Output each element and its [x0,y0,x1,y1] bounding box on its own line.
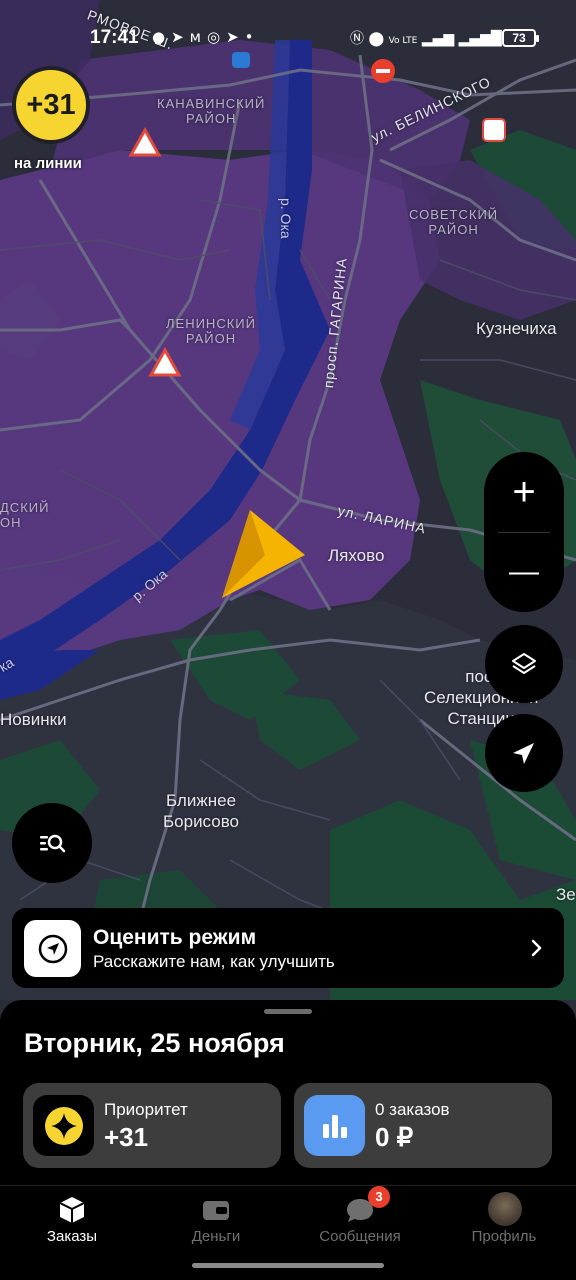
rate-mode-subtitle: Расскажите нам, как улучшить [93,952,335,971]
zoom-controls: + — [484,452,564,612]
orders-card-value: 0 ₽ [375,1122,414,1152]
message-icon: ● [152,28,172,46]
district-label-partial-left: ДСКИЙ ОН [0,500,50,530]
tab-orders[interactable]: Заказы [0,1192,144,1252]
rate-icon-box [24,920,81,977]
bar-chart-icon [322,1114,347,1138]
nfc-icon: Ⓝ [350,31,364,47]
layers-icon [512,653,536,674]
online-status-label: на линии [14,155,82,172]
priority-star-icon [44,1106,83,1145]
system-icons: Ⓝ ⬤ Vo LTE ▂▄▆ ▂▄▆█ [350,28,502,48]
river-label-oka-1: р. Ока [278,198,294,239]
priority-card-value: +31 [104,1122,149,1152]
search-orders-button[interactable] [12,803,92,883]
volte-icon: Vo LTE [388,36,418,46]
bottom-sheet[interactable]: Вторник, 25 ноября Приоритет +31 0 заказ… [0,1000,576,1280]
my-location-button[interactable] [485,714,563,792]
battery-icon: 73 [502,29,539,47]
dot-icon: • [244,28,260,46]
priority-card[interactable]: Приоритет +31 [23,1083,281,1168]
tab-profile-label: Профиль [471,1228,537,1245]
metro-icon: м [189,28,207,46]
location-arrow-icon [513,743,534,764]
rate-mode-title: Оценить режим [93,926,257,949]
sheet-date-title: Вторник, 25 ноября [24,1028,285,1058]
sheet-drag-handle[interactable] [264,1009,312,1014]
orders-card[interactable]: 0 заказов 0 ₽ [294,1083,552,1168]
priority-icon-box [33,1095,94,1156]
district-label-leninsky: ЛЕНИНСКИЙ РАЙОН [166,316,256,346]
notification-icons: ●➤м◎➤• [152,28,260,46]
box-icon [59,1197,85,1223]
layers-button[interactable] [485,625,563,703]
list-search-icon [40,834,66,853]
place-label-lyakhovo: Ляхово [328,546,385,565]
avatar [488,1192,522,1226]
status-bar: 17:41 ●➤м◎➤• Ⓝ ⬤ Vo LTE ▂▄▆ ▂▄▆█ 73 [0,18,576,58]
priority-badge[interactable]: +31 [12,66,90,144]
compass-icon [38,934,67,963]
messages-badge: 3 [368,1186,390,1208]
tab-messages-label: Сообщения [319,1228,401,1245]
zoom-in-button[interactable]: + [484,452,564,532]
district-label-sovetsky: СОВЕТСКИЙ РАЙОН [409,207,499,237]
signal-4g-icon: ▂▄▆ [421,31,455,47]
priority-card-label: Приоритет [104,1100,188,1119]
tab-messages[interactable]: 3 Сообщения [288,1186,432,1252]
tab-money[interactable]: Деньги [144,1192,288,1252]
tabbar-divider [0,1185,576,1186]
place-label-kuznechikha: Кузнечиха [476,319,557,338]
location-icon: ⬤ [368,31,385,47]
instagram-icon: ◎ [207,28,227,46]
chevron-right-icon [531,939,542,957]
place-label-borisovo: Ближнее Борисово [163,791,240,831]
rate-mode-banner[interactable]: Оценить режим Расскажите нам, как улучши… [12,908,564,988]
orders-card-label: 0 заказов [375,1100,450,1119]
telegram-icon: ➤ [171,28,190,46]
telegram-icon: ➤ [226,28,245,46]
tab-orders-label: Заказы [46,1228,98,1245]
zoom-out-button[interactable]: — [484,532,564,612]
signal-icon: ▂▄▆█ [458,31,502,47]
tab-money-label: Деньги [191,1228,241,1245]
orders-icon-box [304,1095,365,1156]
tab-profile[interactable]: Профиль [432,1192,576,1252]
place-label-ze: Зе [556,885,576,904]
wallet-icon [203,1201,229,1220]
district-label-kanavinsky: КАНАВИНСКИЙ РАЙОН [157,96,266,126]
place-label-novinki: Новинки [0,710,67,729]
home-indicator [192,1263,384,1268]
status-time: 17:41 [90,27,139,48]
